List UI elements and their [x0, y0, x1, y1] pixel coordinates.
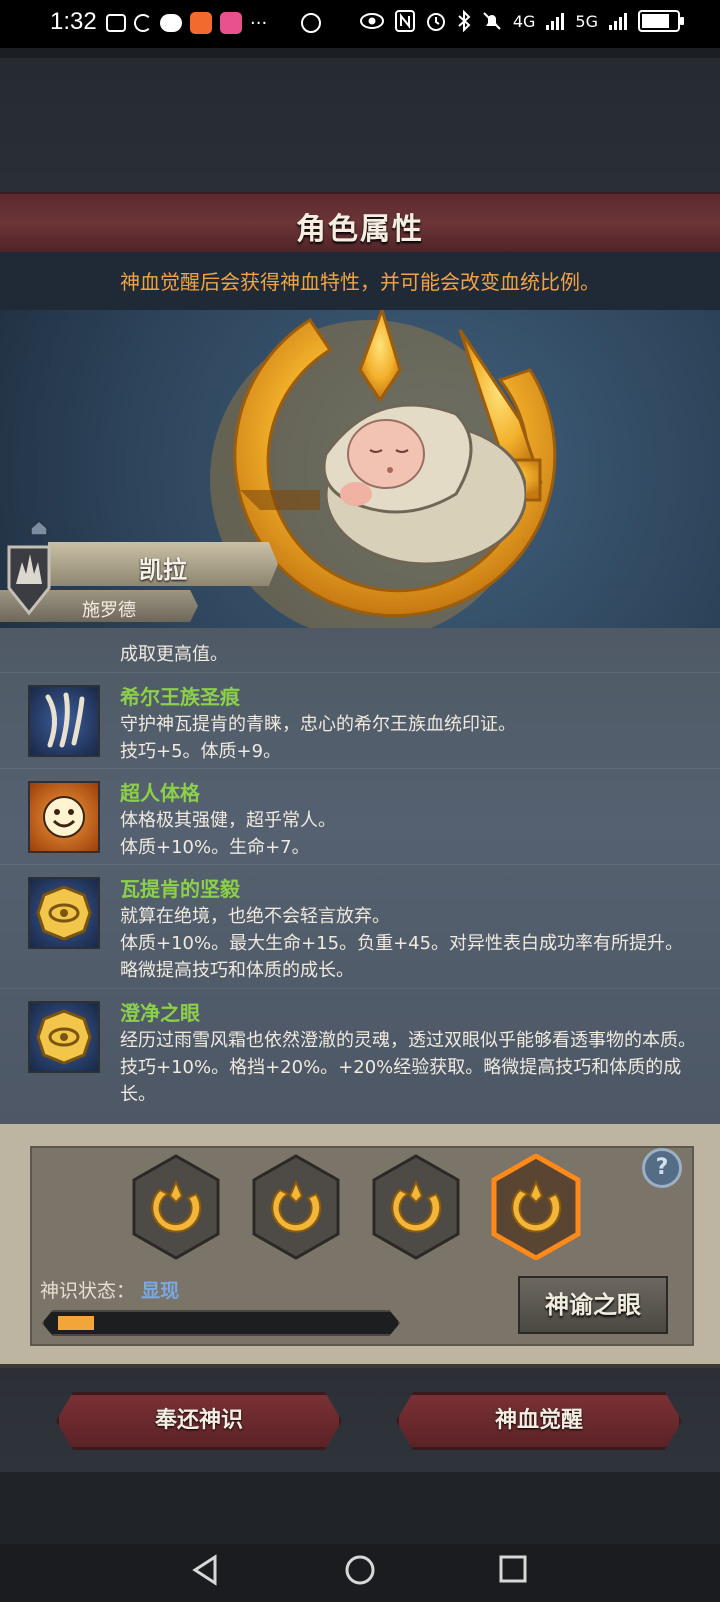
family-name: 施罗德 — [82, 600, 136, 621]
swaddled-baby-icon — [322, 403, 526, 566]
trait-row[interactable]: 瓦提肯的坚毅 就算在绝境，也绝不会轻言放弃。 体质+10%。最大生命+15。负重… — [0, 864, 720, 989]
speed-icon — [301, 13, 322, 33]
divine-progress-fill — [58, 1316, 94, 1330]
alarm-icon — [426, 13, 445, 31]
character-name: 凯拉 — [139, 556, 187, 584]
awakening-slot[interactable] — [370, 1154, 462, 1260]
eye-icon — [359, 13, 384, 29]
trait-description: 经历过雨雪风霜也依然澄澈的灵魂，透过双眼似乎能够看透事物的本质。 技巧+10%。… — [120, 1027, 710, 1108]
nfc-icon — [394, 10, 415, 32]
trait-description: 就算在绝境，也绝不会轻言放弃。 体质+10%。最大生命+15。负重+45。对异性… — [120, 903, 710, 984]
notification-icons: ··· — [106, 12, 322, 34]
back-icon[interactable] — [190, 1554, 220, 1586]
family-crest-icon — [7, 545, 51, 616]
trait-line: 长。 — [120, 1084, 156, 1105]
trait-line: 体质+10%。最大生命+15。负重+45。对异性表白成功率有所提升。 — [120, 933, 684, 954]
divine-awaken-button[interactable]: 神血觉醒 — [396, 1392, 682, 1450]
divine-status-label: 神识状态： — [40, 1280, 136, 1302]
awakening-info-text: 神血觉醒后会获得神血特性，并可能会改变血统比例。 — [120, 270, 600, 294]
trait-line: 体格极其强健，超乎常人。 — [120, 810, 336, 831]
trait-name: 澄净之眼 — [120, 1001, 200, 1025]
trait-line: 技巧+10%。格挡+20%。+20%经验获取。略微提高技巧和体质的成 — [120, 1057, 682, 1078]
trait-line: 体质+10%。生命+7。 — [120, 837, 310, 858]
golden-eye-medal-icon — [28, 877, 100, 949]
more-notifications-icon: ··· — [250, 12, 268, 34]
home-marker-icon — [30, 520, 48, 536]
lower-backdrop — [0, 1472, 720, 1544]
divine-status-value: 显现 — [141, 1280, 180, 1302]
trait-name: 瓦提肯的坚毅 — [120, 877, 240, 901]
network-4g-label: 4G — [512, 11, 536, 31]
trait-partial-text: 成取更高值。 — [120, 644, 228, 665]
help-button[interactable]: ? — [642, 1148, 682, 1188]
title-banner: 角色属性 — [0, 192, 720, 254]
trait-row[interactable]: 超人体格 体格极其强健，超乎常人。 体质+10%。生命+7。 — [0, 768, 720, 865]
app-orange-icon — [190, 12, 212, 34]
page-title: 角色属性 — [296, 212, 424, 247]
info-strip: 神血觉醒后会获得神血特性，并可能会改变血统比例。 — [0, 252, 720, 310]
bluetooth-icon — [458, 10, 471, 32]
status-time: 1:32 — [50, 8, 97, 35]
character-name-plate: 凯拉 — [48, 542, 278, 586]
home-icon[interactable] — [344, 1554, 376, 1586]
awakening-slot[interactable] — [130, 1154, 222, 1260]
oracle-eye-button[interactable]: 神谕之眼 — [518, 1276, 668, 1334]
awakening-slots — [130, 1153, 582, 1261]
trait-description: 体格极其强健，超乎常人。 体质+10%。生命+7。 — [120, 807, 710, 861]
trait-row[interactable]: 希尔王族圣痕 守护神瓦提肯的青睐，忠心的希尔王族血统印证。 技巧+5。体质+9。 — [0, 672, 720, 769]
trait-line: 就算在绝境，也绝不会轻言放弃。 — [120, 906, 390, 927]
trait-name: 希尔王族圣痕 — [120, 685, 240, 709]
recents-icon[interactable] — [498, 1554, 528, 1584]
signal-icon-2 — [609, 13, 627, 30]
app-pink-icon — [220, 12, 242, 34]
smile-face-icon — [28, 781, 100, 853]
top-backdrop — [0, 58, 720, 192]
awakening-slot[interactable] — [250, 1154, 342, 1260]
loading-circle-icon — [134, 14, 152, 32]
golden-eye-medal-icon — [28, 1001, 100, 1073]
trait-line: 经历过雨雪风霜也依然澄澈的灵魂，透过双眼似乎能够看透事物的本质。 — [120, 1030, 696, 1051]
divine-status: 神识状态： 显现 — [40, 1276, 179, 1303]
signal-icon — [546, 13, 565, 30]
wechat-icon — [160, 14, 182, 32]
awakening-slot-selected[interactable] — [490, 1153, 582, 1261]
status-bar: 1:32 ··· 4G 5G — [0, 0, 720, 48]
trait-row[interactable]: 澄净之眼 经历过雨雪风霜也依然澄澈的灵魂，透过双眼似乎能够看透事物的本质。 技巧… — [0, 988, 720, 1124]
trait-line: 略微提高技巧和体质的成长。 — [120, 960, 354, 981]
navigation-bar — [0, 1544, 720, 1602]
trait-line: 守护神瓦提肯的青睐，忠心的希尔王族血统印证。 — [120, 714, 516, 735]
trait-description: 守护神瓦提肯的青睐，忠心的希尔王族血统印证。 技巧+5。体质+9。 — [120, 711, 710, 765]
system-icons: 4G 5G — [359, 10, 684, 32]
divine-progress-bar — [42, 1310, 400, 1336]
mute-icon — [483, 12, 501, 30]
bilibili-icon — [106, 14, 126, 32]
trait-line: 技巧+5。体质+9。 — [120, 741, 282, 762]
battery-icon — [638, 10, 684, 32]
action-bar: 奉还神识 神血觉醒 — [0, 1364, 720, 1476]
claw-icon — [28, 685, 100, 757]
network-5g-label: 5G — [575, 11, 598, 31]
traits-list[interactable]: 成取更高值。 希尔王族圣痕 守护神瓦提肯的青睐，忠心的希尔王族血统印证。 技巧+… — [0, 628, 720, 1124]
return-divinity-button[interactable]: 奉还神识 — [56, 1392, 342, 1450]
trait-name: 超人体格 — [120, 781, 200, 805]
